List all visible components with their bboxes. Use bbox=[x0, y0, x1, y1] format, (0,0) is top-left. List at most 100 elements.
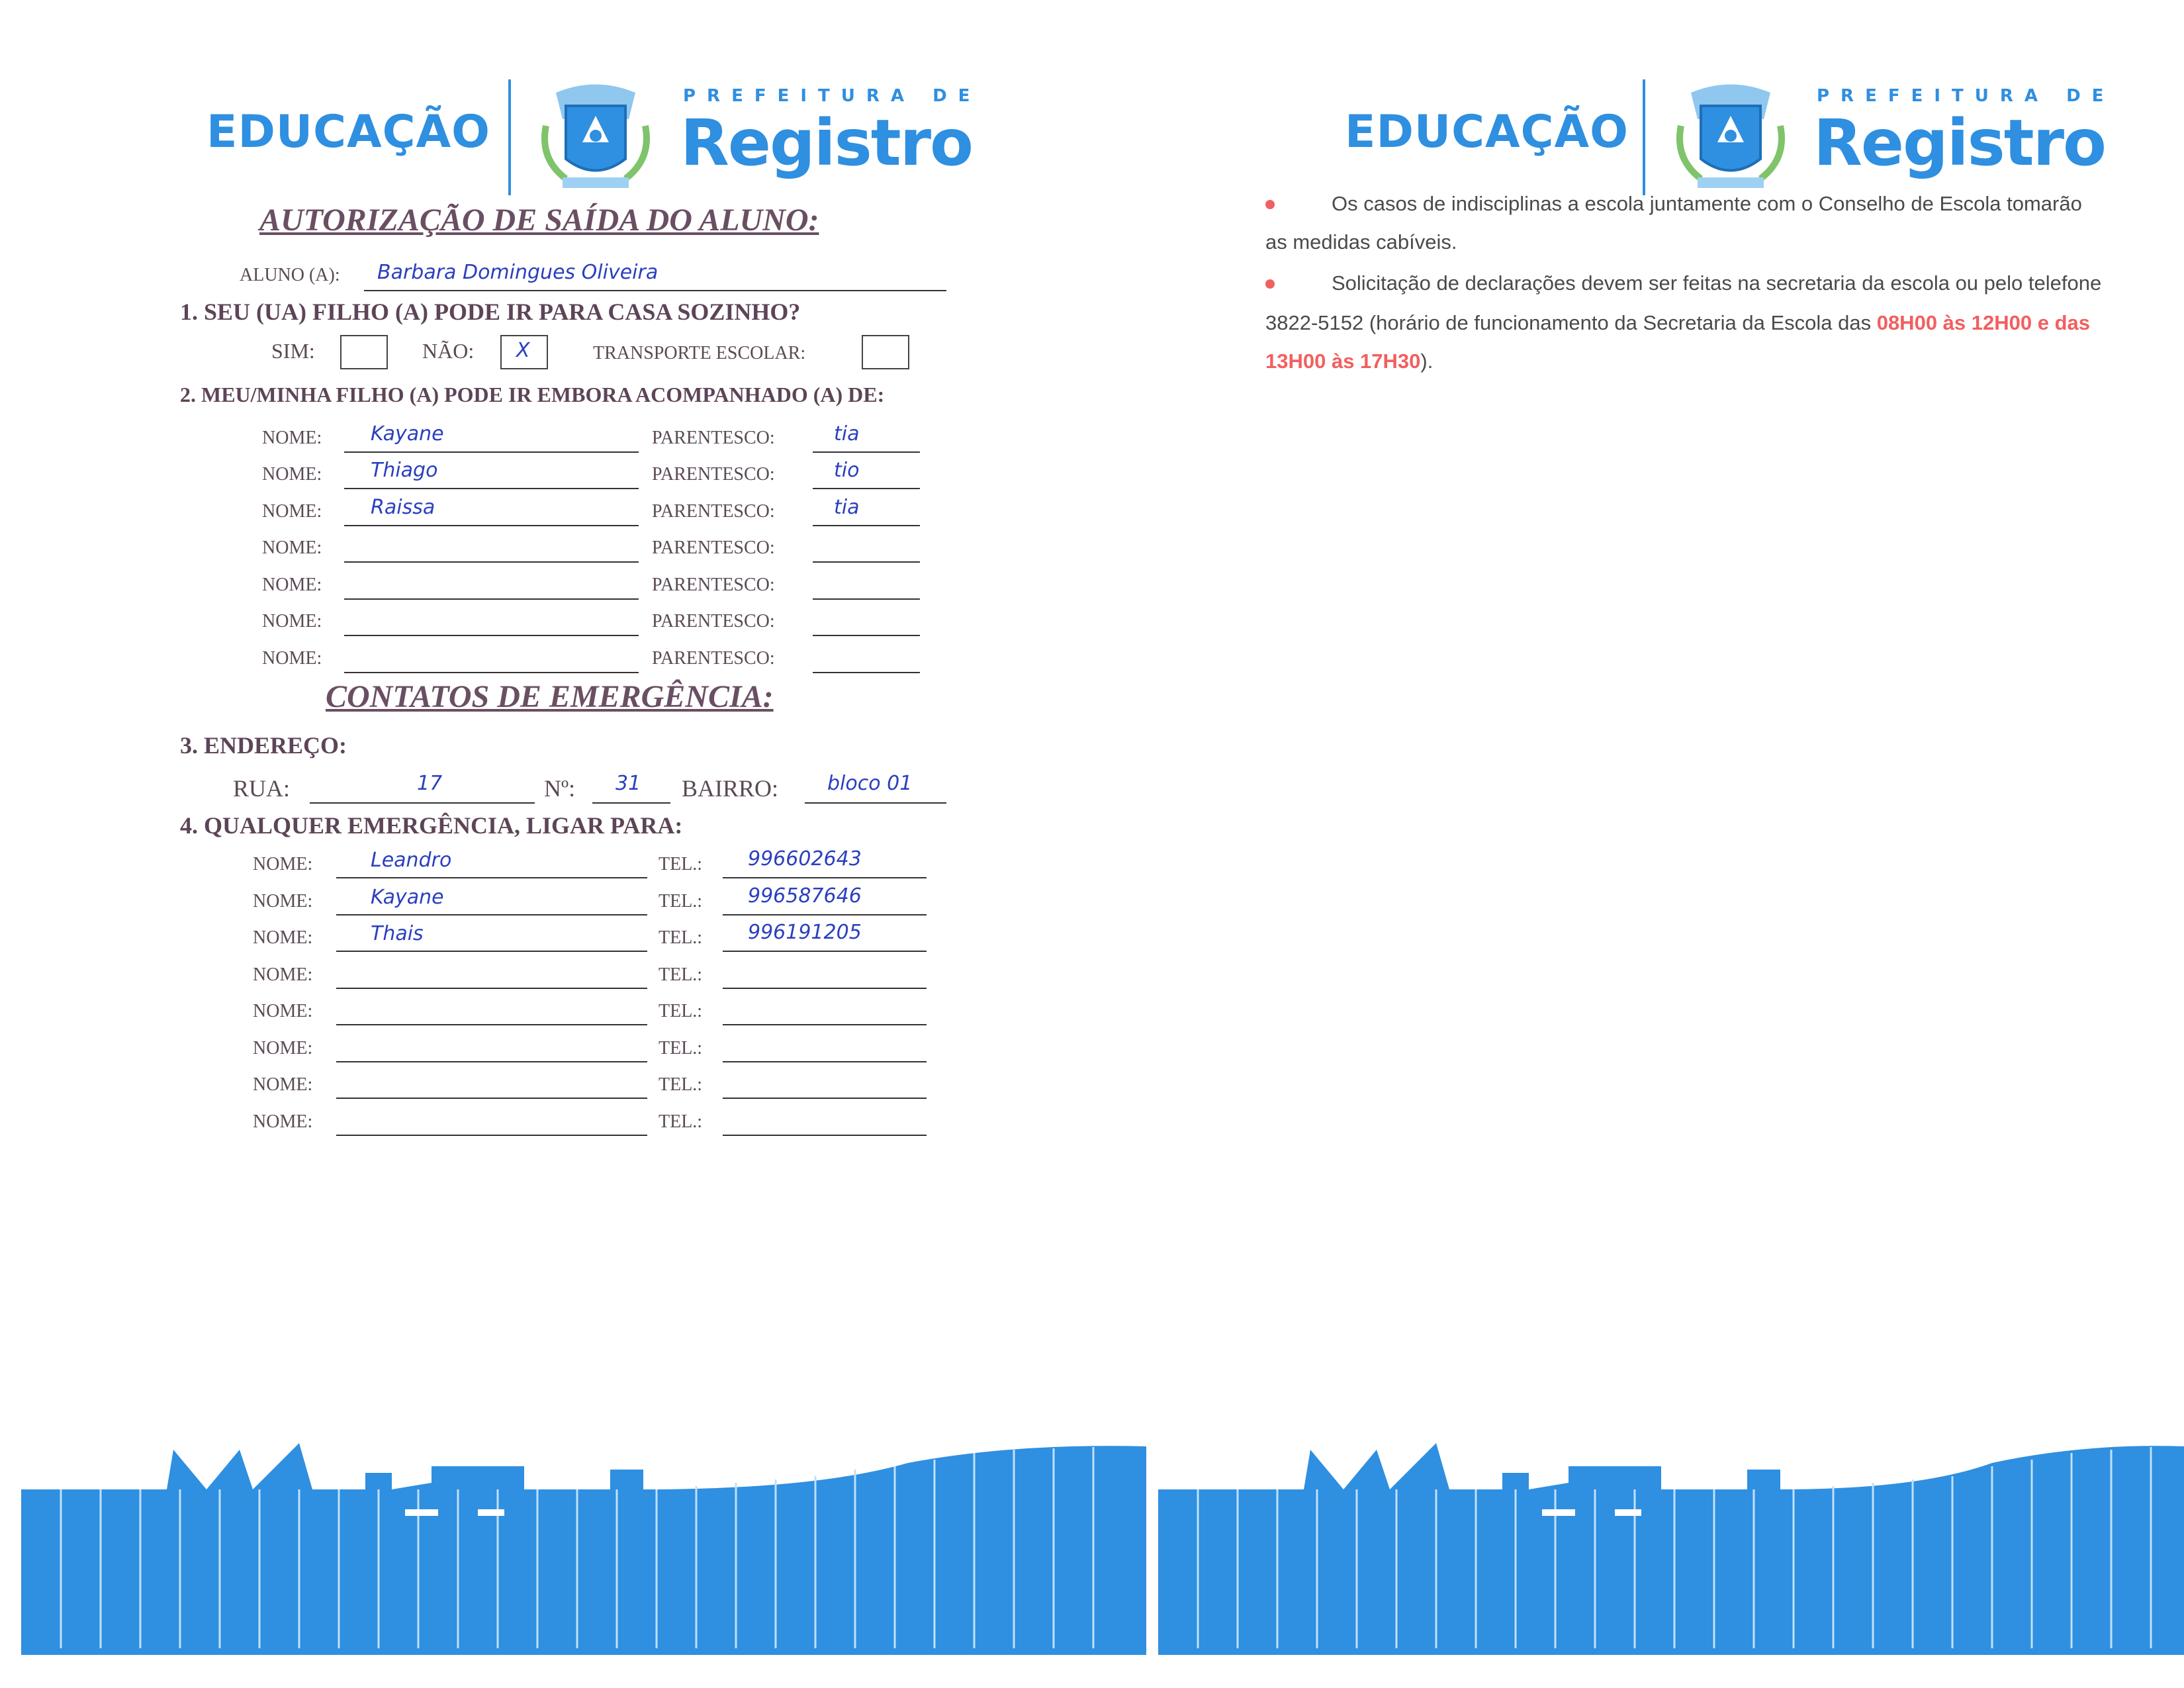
bairro-label: BAIRRO: bbox=[682, 775, 779, 802]
companion-parentesco[interactable]: tia bbox=[834, 496, 859, 519]
tel-label: TEL.: bbox=[659, 964, 703, 985]
parentesco-line bbox=[813, 488, 920, 489]
parentesco-line bbox=[813, 672, 920, 673]
nome-line bbox=[336, 988, 647, 989]
nome-label: NOME: bbox=[253, 1111, 313, 1132]
city-crest-icon bbox=[1676, 84, 1785, 188]
bullet-dot bbox=[1265, 279, 1275, 289]
nome-label: NOME: bbox=[262, 501, 322, 522]
parentesco-label: PARENTESCO: bbox=[652, 538, 775, 558]
question-1: 1. SEU (UA) FILHO (A) PODE IR PARA CASA … bbox=[180, 299, 801, 325]
aluno-line bbox=[364, 290, 946, 291]
right-page: EDUCAÇÃO PREFEITURA DE Registro Os casos… bbox=[1092, 0, 2184, 1688]
tel-line bbox=[723, 988, 927, 989]
nome-label: NOME: bbox=[253, 964, 313, 985]
nome-label: NOME: bbox=[253, 927, 313, 948]
nome-label: NOME: bbox=[262, 611, 322, 632]
parentesco-label: PARENTESCO: bbox=[652, 428, 775, 448]
rule-line-2: as medidas cabíveis. bbox=[1265, 230, 1457, 254]
rule-line-3: Solicitação de declarações devem ser fei… bbox=[1332, 271, 2102, 295]
rua-value[interactable]: 17 bbox=[417, 772, 442, 795]
num-line bbox=[592, 802, 670, 804]
contact-nome[interactable]: Thais bbox=[371, 922, 424, 945]
num-label: Nº: bbox=[544, 775, 576, 802]
nome-line bbox=[344, 635, 639, 636]
transporte-checkbox[interactable] bbox=[862, 335, 909, 369]
city-crest-icon bbox=[541, 84, 650, 188]
nome-line bbox=[344, 598, 639, 600]
question-3: 3. ENDEREÇO: bbox=[180, 732, 347, 759]
nome-label: NOME: bbox=[262, 575, 322, 595]
nome-label: NOME: bbox=[262, 648, 322, 669]
header-city-name: Registro bbox=[680, 106, 974, 180]
parentesco-label: PARENTESCO: bbox=[652, 611, 775, 632]
contact-tel[interactable]: 996191205 bbox=[748, 921, 862, 944]
contact-tel[interactable]: 996587646 bbox=[748, 884, 862, 908]
city-skyline-illustration bbox=[21, 1443, 1146, 1655]
nome-line bbox=[336, 877, 647, 878]
hours-morning: 08H00 às 12H00 e das bbox=[1876, 311, 2090, 334]
rua-line bbox=[310, 802, 535, 804]
companion-parentesco[interactable]: tia bbox=[834, 422, 859, 445]
sim-checkbox[interactable] bbox=[340, 335, 388, 369]
tel-label: TEL.: bbox=[659, 1074, 703, 1095]
nome-label: NOME: bbox=[262, 464, 322, 485]
rule-line-4-text: 3822-5152 (horário de funcionamento da S… bbox=[1265, 311, 1877, 334]
contact-nome[interactable]: Leandro bbox=[371, 849, 451, 872]
nome-line bbox=[344, 672, 639, 673]
nome-line bbox=[336, 1135, 647, 1136]
nome-line bbox=[336, 1061, 647, 1062]
nome-label: NOME: bbox=[253, 1001, 313, 1021]
nao-label: NÃO: bbox=[422, 339, 475, 363]
city-skyline-illustration bbox=[1158, 1443, 2184, 1655]
tel-line bbox=[723, 1098, 927, 1099]
parentesco-label: PARENTESCO: bbox=[652, 575, 775, 595]
num-value[interactable]: 31 bbox=[615, 772, 641, 795]
nome-line bbox=[344, 451, 639, 453]
tel-line bbox=[723, 1061, 927, 1062]
tel-line bbox=[723, 1024, 927, 1025]
rule-line-4: 3822-5152 (horário de funcionamento da S… bbox=[1265, 311, 2090, 335]
tel-line bbox=[723, 914, 927, 915]
companion-nome[interactable]: Thiago bbox=[371, 459, 437, 482]
parentesco-line bbox=[813, 635, 920, 636]
contacts-title: CONTATOS DE EMERGÊNCIA: bbox=[326, 679, 774, 714]
aluno-value[interactable]: Barbara Domingues Oliveira bbox=[377, 261, 658, 284]
tel-label: TEL.: bbox=[659, 927, 703, 948]
tel-line bbox=[723, 1135, 927, 1136]
nome-line bbox=[336, 1098, 647, 1099]
header-prefeitura: PREFEITURA DE bbox=[1817, 86, 2115, 106]
companion-nome[interactable]: Raissa bbox=[371, 496, 435, 519]
tel-label: TEL.: bbox=[659, 1038, 703, 1058]
rule-line-5-end: ). bbox=[1420, 350, 1433, 373]
parentesco-label: PARENTESCO: bbox=[652, 648, 775, 669]
nome-line bbox=[344, 488, 639, 489]
nome-label: NOME: bbox=[262, 428, 322, 448]
nao-mark: X bbox=[516, 339, 530, 362]
companion-parentesco[interactable]: tio bbox=[834, 459, 859, 482]
parentesco-line bbox=[813, 561, 920, 563]
nome-label: NOME: bbox=[262, 538, 322, 558]
tel-label: TEL.: bbox=[659, 891, 703, 912]
header-city-name: Registro bbox=[1813, 106, 2107, 180]
bairro-value[interactable]: bloco 01 bbox=[827, 772, 912, 795]
nome-label: NOME: bbox=[253, 891, 313, 912]
left-page: EDUCAÇÃO PREFEITURA DE Registro AUTORIZA… bbox=[0, 0, 1146, 1688]
header: EDUCAÇÃO PREFEITURA DE Registro bbox=[0, 73, 1092, 199]
parentesco-line bbox=[813, 451, 920, 453]
companion-nome[interactable]: Kayane bbox=[371, 422, 444, 445]
bullet-dot bbox=[1265, 200, 1275, 209]
header-prefeitura: PREFEITURA DE bbox=[683, 86, 981, 106]
contact-nome[interactable]: Kayane bbox=[371, 886, 444, 909]
header-education: EDUCAÇÃO bbox=[206, 106, 490, 158]
nome-line bbox=[344, 561, 639, 563]
tel-line bbox=[723, 877, 927, 878]
nome-line bbox=[336, 951, 647, 952]
rule-line-5: 13H00 às 17H30). bbox=[1265, 350, 1433, 373]
parentesco-line bbox=[813, 598, 920, 600]
tel-label: TEL.: bbox=[659, 1001, 703, 1021]
question-4: 4. QUALQUER EMERGÊNCIA, LIGAR PARA: bbox=[180, 812, 683, 839]
hours-afternoon: 13H00 às 17H30 bbox=[1265, 350, 1421, 373]
transporte-label: TRANSPORTE ESCOLAR: bbox=[593, 343, 806, 363]
contact-tel[interactable]: 996602643 bbox=[748, 847, 862, 870]
